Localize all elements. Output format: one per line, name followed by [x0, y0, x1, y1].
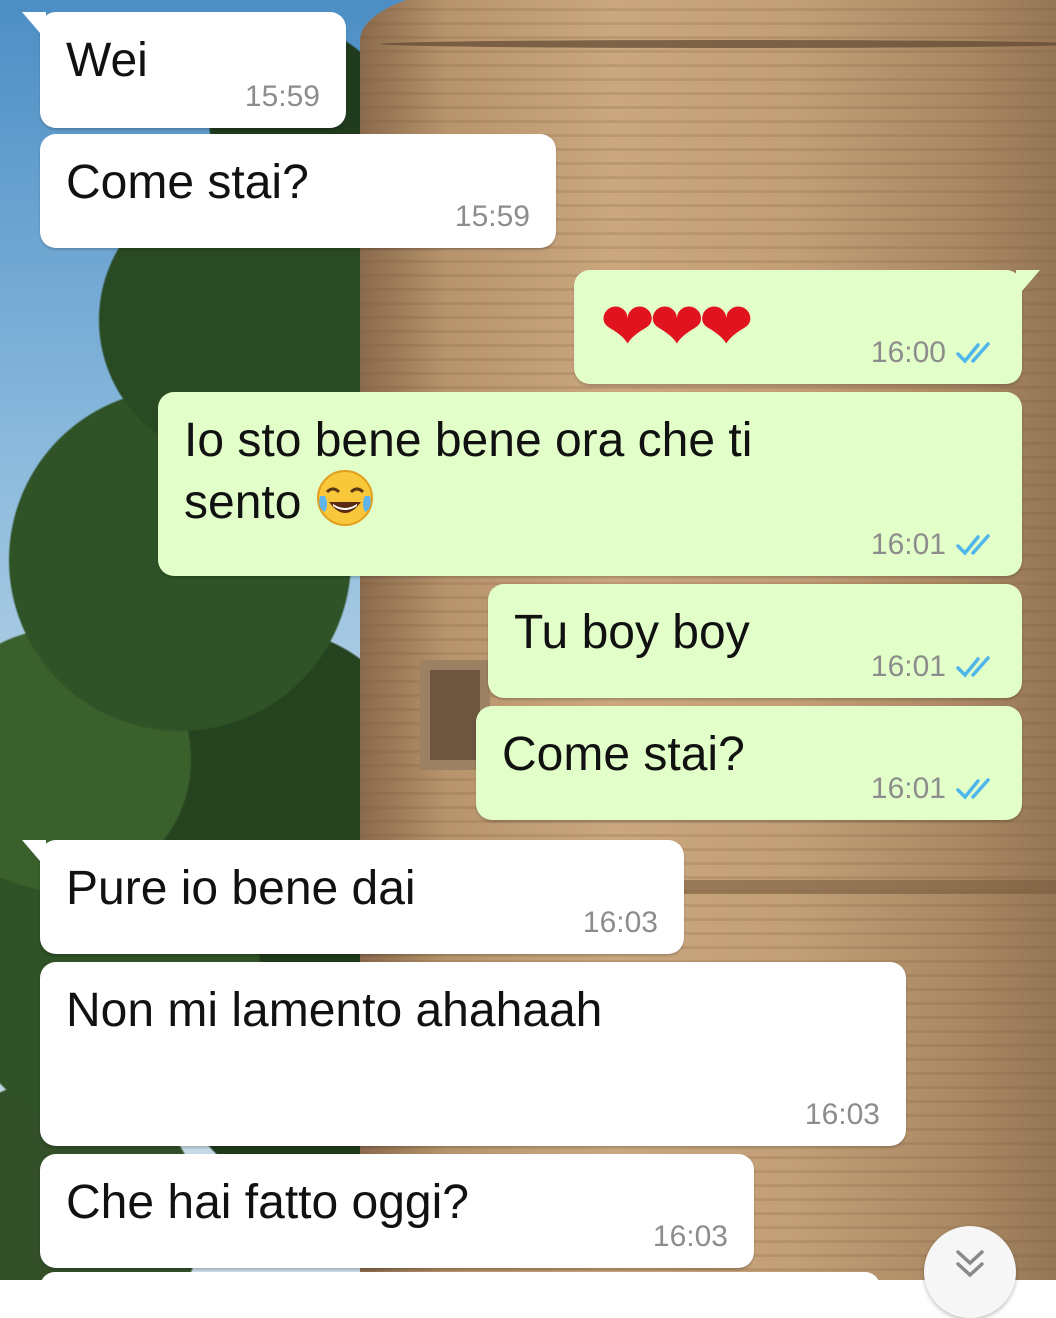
message-text: Non mi lamento ahahaah	[66, 984, 603, 1037]
message-incoming[interactable]: Pure io bene dai 16:03	[22, 840, 684, 954]
double-check-icon	[956, 656, 990, 678]
scroll-to-bottom-button[interactable]	[924, 1226, 1016, 1318]
double-check-icon	[956, 534, 990, 556]
message-time: 16:00	[870, 336, 946, 369]
message-incoming-partial	[40, 1272, 880, 1302]
message-time: 15:59	[244, 80, 320, 113]
message-time: 16:03	[652, 1220, 728, 1253]
message-incoming[interactable]: Wei 15:59	[22, 12, 346, 128]
message-outgoing[interactable]: ❤❤❤ 16:00	[574, 270, 1040, 384]
message-time: 16:01	[870, 528, 946, 561]
message-outgoing[interactable]: Come stai? 16:01	[476, 706, 1022, 820]
double-chevron-down-icon	[956, 1250, 984, 1278]
message-outgoing[interactable]: Io sto bene bene ora che ti sento 16:01	[158, 392, 1022, 576]
message-outgoing[interactable]: Tu boy boy 16:01	[488, 584, 1022, 698]
message-time: 16:01	[870, 772, 946, 805]
double-check-icon	[956, 342, 990, 364]
message-time: 16:03	[804, 1098, 880, 1131]
message-time: 16:03	[582, 906, 658, 939]
message-text: Che hai fatto oggi?	[66, 1176, 469, 1229]
message-time: 15:59	[454, 200, 530, 233]
face-with-tears-of-joy-icon	[316, 470, 373, 526]
message-incoming[interactable]: Che hai fatto oggi? 16:03	[40, 1154, 754, 1268]
message-time: 16:01	[870, 650, 946, 683]
message-incoming[interactable]: Non mi lamento ahahaah 16:03	[40, 962, 906, 1146]
double-check-icon	[956, 778, 990, 800]
message-list[interactable]: Wei 15:59 Come stai? 15:59 ❤❤❤ 16:00 Io …	[0, 0, 1056, 1318]
message-text: Io sto bene bene ora che ti sento	[184, 414, 753, 529]
message-incoming[interactable]: Come stai? 15:59	[40, 134, 556, 248]
message-text: Pure io bene dai	[66, 862, 416, 915]
